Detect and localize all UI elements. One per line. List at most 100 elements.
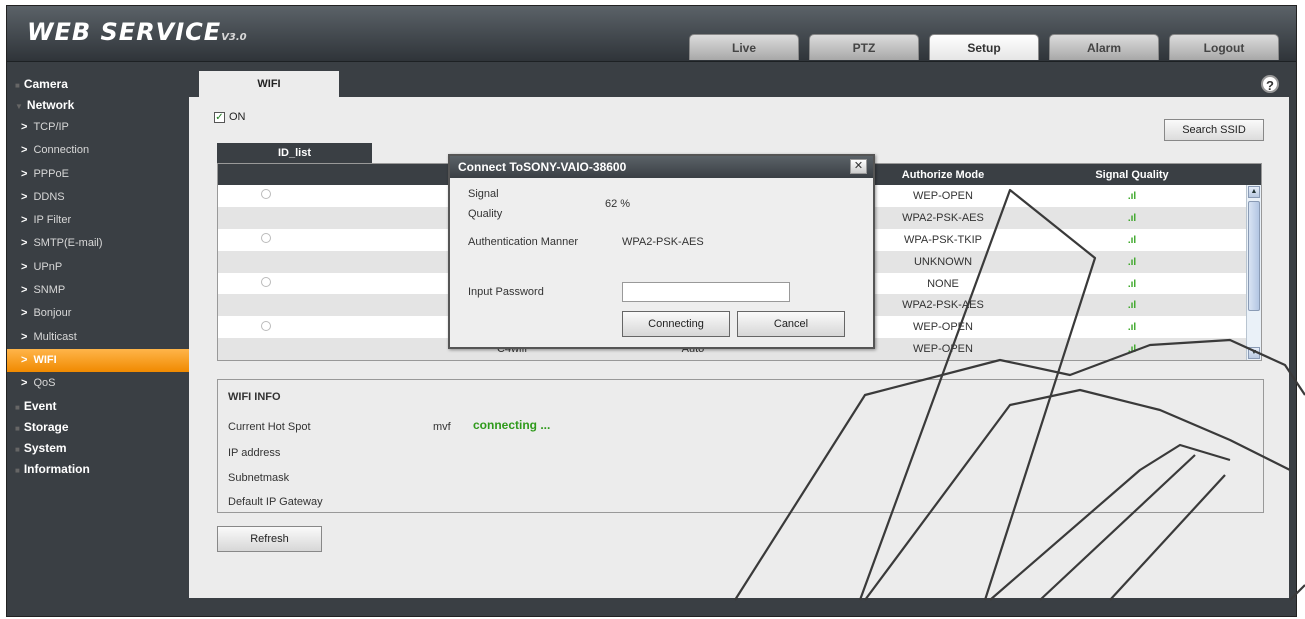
sidebar-item-camera[interactable]: ■ Camera — [7, 74, 189, 95]
sidebar-item-bonjour[interactable]: > Bonjour — [7, 302, 189, 325]
sidebar-item-tcpip[interactable]: > TCP/IP — [7, 116, 189, 139]
sidebar-item-pppoe[interactable]: > PPPoE — [7, 163, 189, 186]
bullet-icon: ■ — [15, 402, 20, 412]
arrow-icon: > — [21, 377, 28, 390]
connection-status: connecting ... — [473, 418, 551, 432]
arrow-icon: > — [21, 260, 28, 273]
wifi-info-title: WIFI INFO — [228, 391, 281, 403]
arrow-icon: > — [21, 214, 28, 227]
arrow-icon: > — [21, 307, 28, 320]
row-auth: UNKNOWN — [913, 255, 973, 268]
sidebar-item-label: IP Filter — [33, 214, 72, 227]
tab-alarm[interactable]: Alarm — [1049, 34, 1159, 60]
header: WEB SERVICEV3.0 Live PTZ Setup Alarm Log… — [7, 6, 1296, 62]
wifi-on-checkbox[interactable]: ✓ — [214, 111, 225, 123]
dialog-title: Connect ToSONY-VAIO-38600 — [450, 156, 873, 178]
tab-live[interactable]: Live — [689, 34, 799, 60]
sidebar-item-label: WIFI — [33, 353, 57, 366]
help-icon[interactable]: ? — [1261, 75, 1279, 93]
sidebar-item-network[interactable]: ▼ Network — [7, 95, 189, 116]
wifi-on-toggle[interactable]: ✓ ON — [214, 111, 246, 123]
connect-dialog: Connect ToSONY-VAIO-38600 ✕ Signal Quali… — [448, 154, 875, 349]
quality-label: Quality — [468, 208, 503, 220]
sidebar-item-label: Camera — [23, 77, 68, 91]
sidebar-item-ip-filter[interactable]: > IP Filter — [7, 209, 189, 232]
sidebar: ■ Camera ▼ Network > TCP/IP > Connection > PP… — [7, 74, 189, 480]
arrow-icon: > — [21, 330, 28, 343]
sidebar-item-label: TCP/IP — [33, 121, 69, 133]
bullet-icon: ■ — [15, 444, 20, 454]
row-auth: WPA2-PSK-AES — [902, 299, 984, 312]
connect-button[interactable]: Connecting — [622, 311, 730, 337]
tab-setup[interactable]: Setup — [929, 34, 1039, 60]
sidebar-item-label: Network — [26, 98, 75, 112]
wifi-info-panel: WIFI INFO Current Hot Spot mvf connectin… — [217, 379, 1264, 513]
sidebar-item-label: Information — [23, 461, 90, 476]
sidebar-item-snmp[interactable]: > SNMP — [7, 279, 189, 302]
row-radio[interactable] — [260, 277, 271, 287]
sidebar-item-label: Bonjour — [33, 307, 72, 320]
signal-icon: .ıl — [1127, 190, 1137, 202]
logo-text: WEB SERVICE — [27, 18, 222, 46]
tab-ptz[interactable]: PTZ — [809, 34, 919, 60]
row-radio[interactable] — [260, 233, 271, 244]
refresh-button[interactable]: Refresh — [217, 526, 322, 552]
tab-wifi[interactable]: WIFI — [199, 71, 339, 97]
sidebar-item-information[interactable]: ■ Information — [7, 459, 189, 480]
sidebar-item-upnp[interactable]: > UPnP — [7, 256, 189, 279]
main-topbar — [189, 71, 1289, 97]
sidebar-item-qos[interactable]: > QoS — [7, 372, 189, 395]
list-scrollbar[interactable]: ▲ ▼ — [1246, 185, 1261, 360]
bullet-icon: ■ — [15, 423, 20, 433]
cancel-button[interactable]: Cancel — [737, 311, 845, 337]
bullet-icon: ▼ — [15, 102, 23, 111]
row-auth: WPA2-PSK-AES — [902, 211, 984, 224]
tab-id-list[interactable]: ID_list — [217, 143, 372, 163]
password-input[interactable] — [622, 282, 790, 302]
sidebar-item-label: System — [23, 440, 67, 455]
ip-address-label: IP address — [228, 447, 281, 459]
sidebar-item-connection[interactable]: > Connection — [7, 139, 189, 162]
row-auth: WEP-OPEN — [913, 321, 973, 334]
close-icon[interactable]: ✕ — [850, 159, 867, 174]
sidebar-item-event[interactable]: ■ Event — [7, 396, 189, 417]
search-ssid-button[interactable]: Search SSID — [1164, 119, 1264, 141]
sidebar-item-label: SMTP(E-mail) — [33, 237, 103, 250]
scroll-down-icon[interactable]: ▼ — [1248, 347, 1260, 359]
sidebar-item-wifi[interactable]: > WIFI — [7, 348, 189, 373]
row-radio[interactable] — [260, 320, 271, 331]
sidebar-item-system[interactable]: ■ System — [7, 438, 189, 459]
arrow-icon: > — [21, 353, 28, 366]
header-authorize-mode: Authorize Mode — [901, 168, 985, 181]
signal-icon: .ıl — [1127, 344, 1137, 356]
tab-logout[interactable]: Logout — [1169, 34, 1279, 60]
wifi-on-label: ON — [229, 111, 246, 123]
sidebar-item-smtp[interactable]: > SMTP(E-mail) — [7, 232, 189, 255]
arrow-icon: > — [21, 167, 28, 180]
row-radio[interactable] — [260, 189, 271, 200]
arrow-icon: > — [21, 144, 28, 157]
bullet-icon: ■ — [15, 465, 20, 475]
logo: WEB SERVICEV3.0 — [27, 18, 247, 46]
subnet-mask-label: Subnetmask — [228, 472, 290, 484]
scroll-up-icon[interactable]: ▲ — [1248, 186, 1260, 198]
scroll-thumb[interactable] — [1248, 201, 1260, 311]
row-auth: NONE — [927, 277, 959, 290]
sidebar-item-label: QoS — [33, 377, 56, 390]
arrow-icon: > — [21, 121, 28, 133]
signal-icon: .ıl — [1127, 234, 1137, 246]
sidebar-item-storage[interactable]: ■ Storage — [7, 417, 189, 438]
arrow-icon: > — [21, 284, 28, 297]
sidebar-item-label: Storage — [23, 419, 69, 434]
header-signal-quality: Signal Quality — [1095, 168, 1169, 181]
bullet-icon: ■ — [15, 81, 20, 90]
signal-icon: .ıl — [1127, 278, 1137, 290]
top-tabs: Live PTZ Setup Alarm Logout — [689, 34, 1279, 60]
sidebar-item-label: Event — [23, 398, 57, 413]
sidebar-item-multicast[interactable]: > Multicast — [7, 326, 189, 349]
auth-manner-value: WPA2-PSK-AES — [622, 236, 704, 248]
sidebar-item-label: Connection — [33, 144, 90, 157]
logo-version: V3.0 — [221, 32, 247, 43]
sidebar-item-ddns[interactable]: > DDNS — [7, 186, 189, 209]
row-auth: WEP-OPEN — [913, 343, 973, 356]
